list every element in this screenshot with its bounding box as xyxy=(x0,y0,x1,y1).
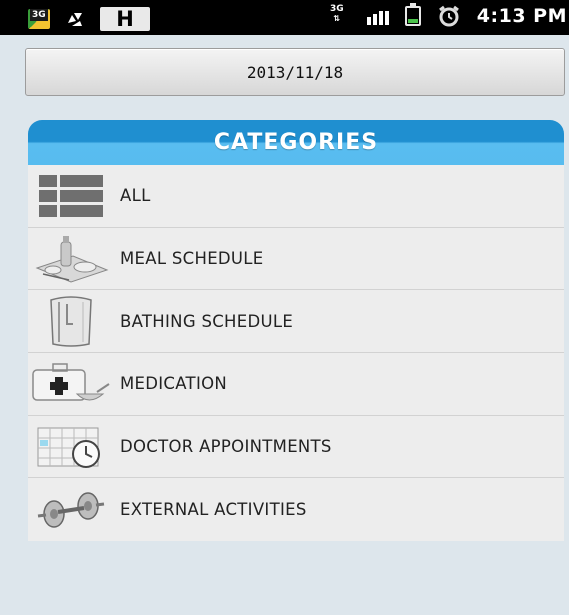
category-row-external-activities[interactable]: EXTERNAL ACTIVITIES xyxy=(28,478,564,541)
network-badge-text: 3G xyxy=(30,9,48,21)
meal-tray-icon xyxy=(28,231,120,287)
category-row-bathing-schedule[interactable]: BATHING SCHEDULE xyxy=(28,290,564,354)
h-icon: H xyxy=(100,7,150,31)
data-3g-icon: 3G ⇅ xyxy=(325,4,349,28)
shower-icon xyxy=(28,293,120,349)
category-row-meal-schedule[interactable]: MEAL SCHEDULE xyxy=(28,228,564,291)
grid-icon xyxy=(28,168,120,224)
status-time: 4:13 PM xyxy=(476,5,567,27)
category-row-doctor-appointments[interactable]: DOCTOR APPOINTMENTS xyxy=(28,416,564,479)
category-label: BATHING SCHEDULE xyxy=(120,311,294,331)
category-label: ALL xyxy=(120,186,151,206)
category-label: MEDICATION xyxy=(120,374,228,394)
status-left: 3G H xyxy=(28,7,150,31)
categories-list: ALL MEAL SCHEDULE BATHING SCHEDULE MEDIC… xyxy=(28,165,564,542)
category-label: MEAL SCHEDULE xyxy=(120,249,264,269)
alarm-icon xyxy=(437,5,461,27)
date-button[interactable]: 2013/11/18 xyxy=(25,48,565,96)
medicine-kit-icon xyxy=(28,356,120,412)
status-bar: 3G H 3G ⇅ 4:13 PM xyxy=(0,0,569,35)
dumbbell-icon xyxy=(28,482,120,538)
network-3g-icon: 3G xyxy=(28,9,50,29)
categories-header: CATEGORIES xyxy=(28,120,564,165)
category-row-medication[interactable]: MEDICATION xyxy=(28,353,564,416)
category-label: DOCTOR APPOINTMENTS xyxy=(120,437,332,457)
data-indicator-text: 3G xyxy=(329,4,344,14)
signal-icon xyxy=(365,5,389,27)
categories-panel: CATEGORIES ALL MEAL SCHEDULE BATHING SCH… xyxy=(28,120,564,542)
recycle-icon xyxy=(64,9,86,29)
status-right: 3G ⇅ 4:13 PM xyxy=(325,3,569,28)
category-label: EXTERNAL ACTIVITIES xyxy=(120,500,307,520)
category-row-all[interactable]: ALL xyxy=(28,165,564,228)
battery-icon xyxy=(404,3,421,26)
calendar-clock-icon xyxy=(28,419,120,475)
